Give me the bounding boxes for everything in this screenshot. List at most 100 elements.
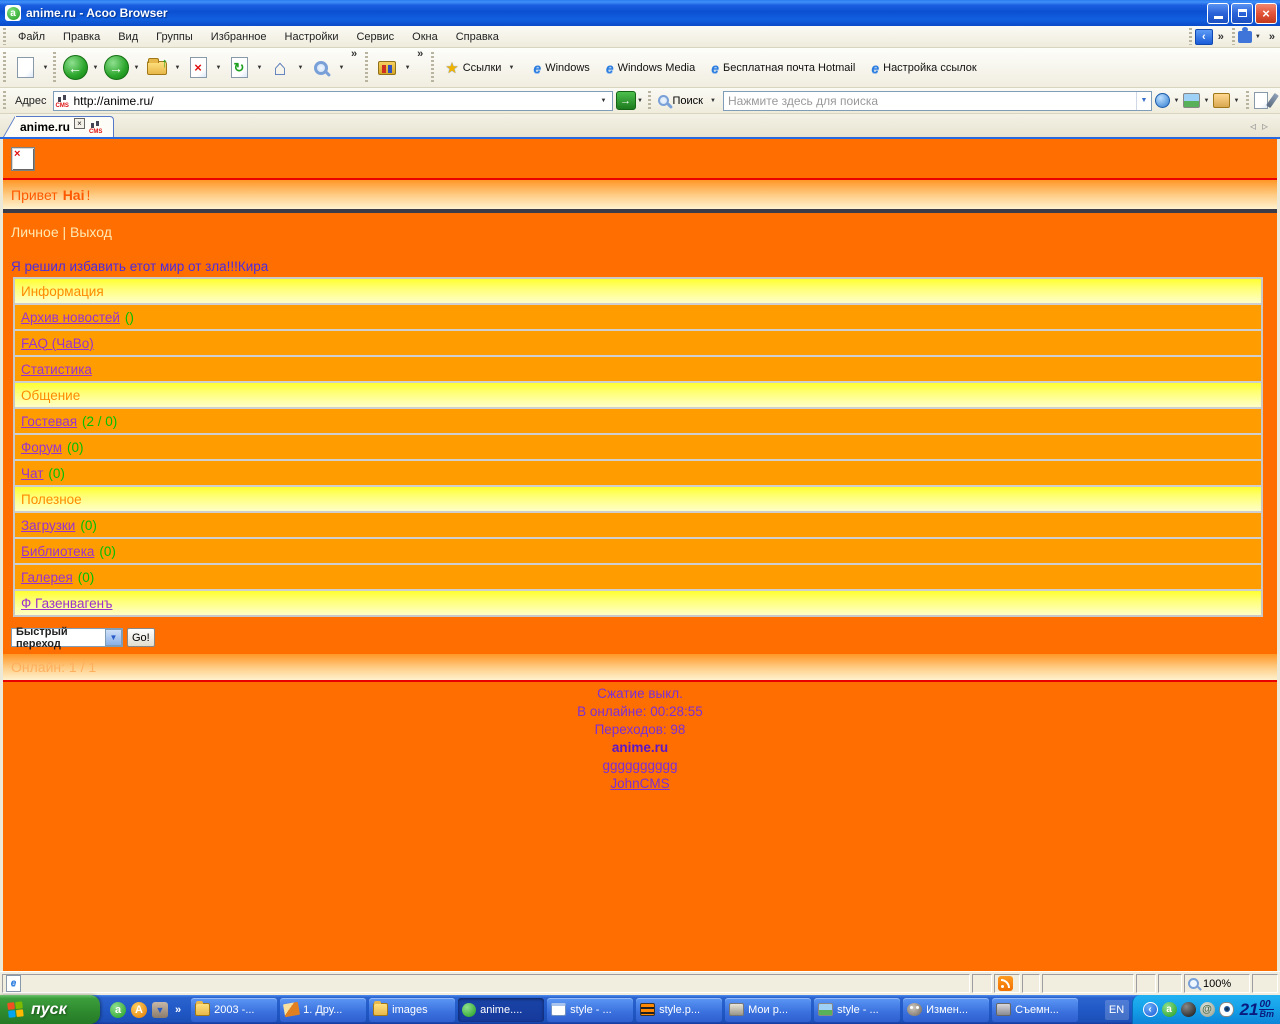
address-dropdown-icon[interactable]: ▼ <box>598 98 610 104</box>
footer-johncms-link[interactable]: JohnCMS <box>610 776 669 791</box>
collector-icon[interactable] <box>1213 93 1230 108</box>
menu-link[interactable]: Архив новостей <box>21 310 120 325</box>
menu-item[interactable]: Справка <box>447 28 508 46</box>
minimize-button[interactable] <box>1207 3 1229 24</box>
new-page-dropdown-icon[interactable]: ▼ <box>41 65 50 71</box>
menu-item[interactable]: Правка <box>54 28 109 46</box>
menu-link[interactable]: Чат <box>21 466 43 481</box>
language-indicator[interactable]: EN <box>1105 1000 1129 1020</box>
go-dropdown-icon[interactable]: ▼ <box>636 98 645 104</box>
tray-swirl-icon[interactable]: @ <box>1200 1002 1215 1017</box>
search-bar-label[interactable]: Поиск ▼ <box>654 95 723 107</box>
stop-button[interactable]: × <box>182 52 214 84</box>
menubar-grip2[interactable] <box>1188 28 1193 45</box>
toolbar-grip2[interactable] <box>52 52 57 83</box>
address-grip3[interactable] <box>1245 91 1250 111</box>
menu-link[interactable]: Ф Газенвагенъ <box>21 596 112 611</box>
menu-link[interactable]: FAQ (ЧаВо) <box>21 336 94 351</box>
task-button[interactable]: 2003 -... <box>191 998 277 1022</box>
restore-button[interactable] <box>1231 3 1253 24</box>
quick-nav-go-button[interactable]: Go! <box>127 628 155 647</box>
collapse-left-icon[interactable]: ‹ <box>1195 29 1213 45</box>
start-button[interactable]: пуск <box>0 995 100 1024</box>
quick-nav-select[interactable]: Быстрый переход ▼ <box>11 628 123 647</box>
menu-item[interactable]: Файл <box>9 28 54 46</box>
task-button[interactable]: style - ... <box>547 998 633 1022</box>
customize-tools-button[interactable] <box>371 52 403 84</box>
task-button[interactable]: anime.... <box>458 998 544 1022</box>
plugin-dropdown-icon[interactable]: ▼ <box>1252 34 1264 40</box>
tab-close-icon[interactable]: × <box>74 118 85 129</box>
quicklaunch-acoo-icon[interactable]: a <box>110 1002 126 1018</box>
menu-link[interactable]: Загрузки <box>21 518 75 533</box>
plugin-overflow-chevron[interactable]: » <box>1264 31 1280 43</box>
image-capture-icon[interactable] <box>1183 93 1200 108</box>
menu-item[interactable]: Вид <box>109 28 147 46</box>
menu-link[interactable]: Галерея <box>21 570 73 585</box>
address-input[interactable] <box>74 94 598 108</box>
menu-item[interactable]: Группы <box>147 28 202 46</box>
menu-item[interactable]: Сервис <box>347 28 403 46</box>
home-dropdown-icon[interactable]: ▼ <box>296 65 305 71</box>
collector-dropdown-icon[interactable]: ▼ <box>1232 98 1241 104</box>
menubar-grip3[interactable] <box>1231 28 1236 45</box>
search-button[interactable] <box>305 52 337 84</box>
task-button[interactable]: Измен... <box>903 998 989 1022</box>
menu-item[interactable]: Настройки <box>276 28 348 46</box>
search-input[interactable] <box>724 94 1136 108</box>
quicklaunch-dap-icon[interactable]: A <box>131 1002 147 1018</box>
status-rss-panel[interactable] <box>994 974 1020 993</box>
stop-dropdown-icon[interactable]: ▼ <box>214 65 223 71</box>
tray-eye-icon[interactable] <box>1219 1002 1234 1017</box>
menu-item[interactable]: Избранное <box>202 28 276 46</box>
page-preview-icon[interactable] <box>1254 92 1268 109</box>
search-history-dropdown-icon[interactable]: ▼ <box>1136 92 1151 110</box>
plugin-icon[interactable] <box>1238 31 1252 43</box>
status-zoom-panel[interactable]: 100% <box>1184 974 1250 993</box>
broken-image-icon[interactable]: × <box>11 147 35 171</box>
task-button[interactable]: Мои р... <box>725 998 811 1022</box>
address-grip2[interactable] <box>647 91 652 111</box>
tab-scroll-arrows[interactable]: ◃▹ <box>1250 119 1280 133</box>
close-button[interactable]: × <box>1255 3 1277 24</box>
menubar-grip[interactable] <box>2 28 7 45</box>
new-page-button[interactable] <box>9 52 41 84</box>
address-grip[interactable] <box>2 91 7 111</box>
home-button[interactable]: ⌂ <box>264 52 296 84</box>
footer-g-link[interactable]: gggggggggg <box>602 758 677 773</box>
links-bar-link[interactable]: e Бесплатная почта Hotmail <box>703 60 863 76</box>
tools-overflow-chevron[interactable]: » <box>412 48 428 60</box>
toolbar-grip[interactable] <box>2 52 7 83</box>
toolbar-overflow-chevron[interactable]: » <box>346 48 362 60</box>
menu-link[interactable]: Статистика <box>21 362 92 377</box>
image-dropdown-icon[interactable]: ▼ <box>1202 98 1211 104</box>
toolbar-grip3[interactable] <box>364 52 369 83</box>
forward-dropdown-icon[interactable]: ▼ <box>132 65 141 71</box>
links-label-button[interactable]: ★ Ссылки ▼ <box>437 59 525 77</box>
menu-link[interactable]: Форум <box>21 440 62 455</box>
tray-clock[interactable]: 21 00 Вт <box>1240 1000 1274 1020</box>
toolbar-grip4[interactable] <box>430 52 435 83</box>
quicklaunch-download-master-icon[interactable]: ▼ <box>152 1002 168 1018</box>
refresh-dropdown-icon[interactable]: ▼ <box>255 65 264 71</box>
task-button[interactable]: style.p... <box>636 998 722 1022</box>
go-button[interactable]: → <box>616 91 636 110</box>
up-dropdown-icon[interactable]: ▼ <box>173 65 182 71</box>
back-button[interactable]: ← <box>59 52 91 84</box>
search-dropdown-icon[interactable]: ▼ <box>337 65 346 71</box>
tools-dropdown-icon[interactable]: ▼ <box>403 65 412 71</box>
tray-collapse-icon[interactable]: ‹ <box>1143 1002 1158 1017</box>
tray-ball-icon[interactable] <box>1181 1002 1196 1017</box>
menu-link[interactable]: Гостевая <box>21 414 77 429</box>
tray-acoo-icon[interactable]: a <box>1162 1002 1177 1017</box>
highlighter-icon[interactable] <box>1266 93 1279 108</box>
task-button[interactable]: images <box>369 998 455 1022</box>
menubar-overflow-chevron[interactable]: » <box>1213 31 1229 43</box>
up-button[interactable]: ↑ <box>141 52 173 84</box>
quicklaunch-overflow-chevron[interactable]: » <box>173 1004 183 1016</box>
links-bar-link[interactable]: e Windows <box>525 60 597 76</box>
forward-button[interactable]: → <box>100 52 132 84</box>
menu-link[interactable]: Библиотека <box>21 544 94 559</box>
logout-link[interactable]: Выход <box>70 224 112 240</box>
globe-dropdown-icon[interactable]: ▼ <box>1172 98 1181 104</box>
